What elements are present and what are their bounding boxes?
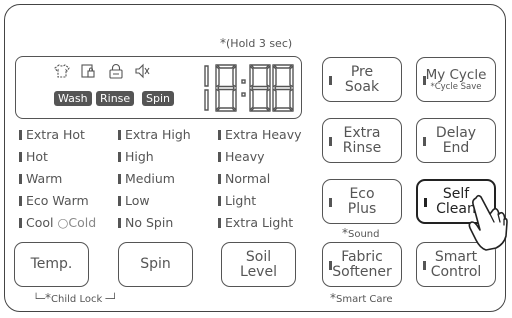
soil-option-extra-heavy: Extra Heavy: [218, 127, 302, 142]
soil-option-normal: Normal: [218, 171, 270, 186]
lock-icon: [109, 63, 123, 79]
spin-button[interactable]: Spin: [118, 242, 193, 287]
fabric-softener-button[interactable]: Fabric Softener: [322, 242, 402, 287]
rinse-indicator: Rinse: [96, 91, 135, 106]
sound-note: *Sound: [342, 226, 380, 240]
temp-button[interactable]: Temp.: [14, 242, 89, 287]
temp-option-extra-hot: Extra Hot: [19, 127, 85, 142]
spin-option-low: Low: [118, 193, 150, 208]
soil-option-extra-light: Extra Light: [218, 215, 293, 230]
hold-3-sec-note: *(Hold 3 sec): [220, 36, 293, 50]
child-lock-icon: [81, 64, 95, 78]
child-lock-note: └─*Child Lock ─┘: [33, 291, 118, 305]
delay-end-button[interactable]: Delay End: [416, 118, 496, 163]
extra-rinse-button[interactable]: Extra Rinse: [322, 118, 402, 163]
my-cycle-button[interactable]: My Cycle *Cycle Save: [416, 57, 496, 102]
spin-option-high: High: [118, 149, 154, 164]
pointing-hand-icon: [468, 194, 508, 251]
spin-option-medium: Medium: [118, 171, 175, 186]
wash-indicator: Wash: [54, 91, 92, 106]
soil-level-button[interactable]: Soil Level: [221, 242, 296, 287]
temp-option-eco-warm: Eco Warm: [19, 193, 89, 208]
smart-care-note: *Smart Care: [330, 291, 393, 305]
temp-option-hot: Hot: [19, 149, 48, 164]
shirt-icon: [54, 64, 70, 78]
soil-option-light: Light: [218, 193, 256, 208]
pre-soak-button[interactable]: Pre Soak: [322, 57, 402, 102]
spin-option-no-spin: No Spin: [118, 215, 173, 230]
time-digits: [204, 64, 294, 112]
spin-indicator: Spin: [142, 91, 174, 106]
spin-option-extra-high: Extra High: [118, 127, 191, 142]
eco-plus-button[interactable]: Eco Plus: [322, 179, 402, 224]
temp-option-warm: Warm: [19, 171, 62, 186]
mute-icon: [135, 63, 150, 79]
lcd-display: Wash Rinse Spin: [15, 56, 302, 119]
temp-option-cool: Cool ○Cold: [19, 215, 96, 230]
soil-option-heavy: Heavy: [218, 149, 265, 164]
